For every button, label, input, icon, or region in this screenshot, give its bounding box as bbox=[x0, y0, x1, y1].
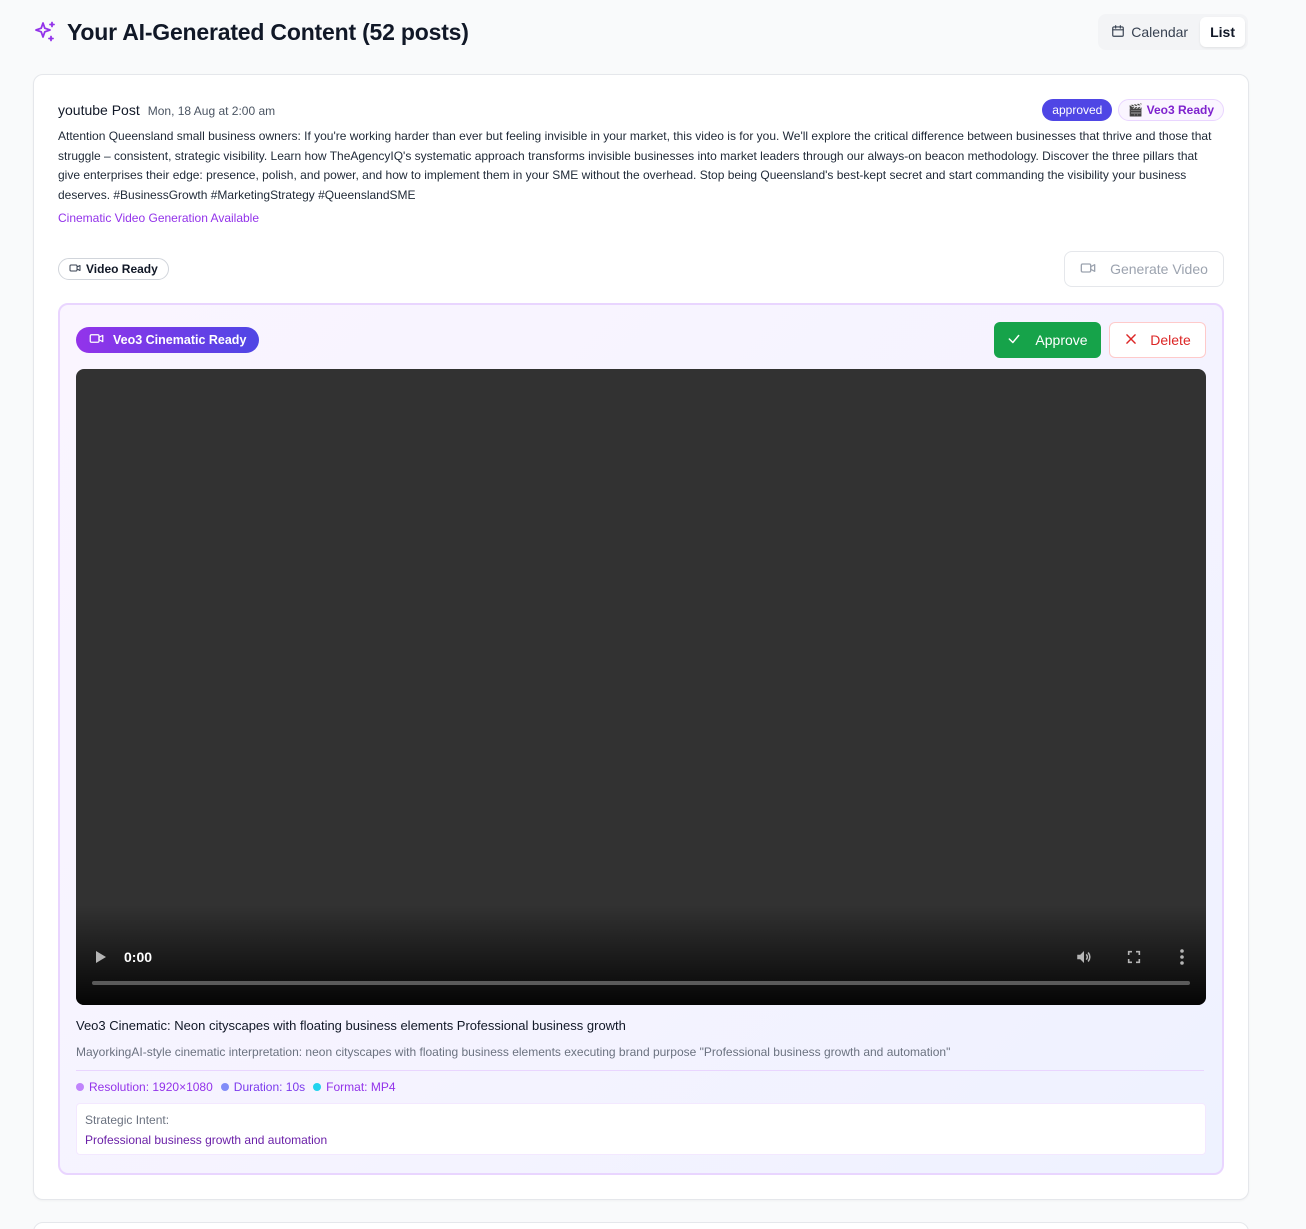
spec-resolution: Resolution: 1920×1080 bbox=[76, 1080, 213, 1094]
spec-format-label: Format: MP4 bbox=[326, 1080, 396, 1094]
video-ready-label: Video Ready bbox=[86, 262, 158, 276]
spec-duration-label: Duration: 10s bbox=[233, 1080, 306, 1094]
veo3-description: MayorkingAI-style cinematic interpretati… bbox=[76, 1045, 951, 1059]
post-badges: approved 🎬 Veo3 Ready bbox=[1042, 99, 1224, 121]
video-camera-icon bbox=[69, 262, 81, 277]
video-progress-bar[interactable] bbox=[92, 981, 1190, 985]
close-icon bbox=[1124, 332, 1138, 349]
cinematic-generation-link[interactable]: Cinematic Video Generation Available bbox=[58, 211, 259, 225]
strategic-intent-value: Professional business growth and automat… bbox=[85, 1133, 328, 1147]
post-body: Attention Queensland small business owne… bbox=[58, 129, 1212, 202]
sparkles-icon bbox=[33, 20, 57, 44]
page-header: Your AI-Generated Content (52 posts) Cal… bbox=[33, 14, 1248, 50]
strategic-intent-box: Strategic Intent: Professional business … bbox=[76, 1103, 1206, 1155]
page-title: Your AI-Generated Content (52 posts) bbox=[67, 18, 469, 45]
veo3-pill-label: Veo3 Cinematic Ready bbox=[113, 333, 247, 347]
approve-button[interactable]: Approve bbox=[994, 322, 1101, 358]
spec-dot bbox=[76, 1083, 84, 1091]
post-header: youtube Post Mon, 18 Aug at 2:00 am appr… bbox=[58, 99, 1224, 121]
play-icon[interactable] bbox=[94, 949, 108, 970]
title-wrap: Your AI-Generated Content (52 posts) bbox=[33, 19, 469, 46]
veo3-title: Veo3 Cinematic: Neon cityscapes with flo… bbox=[76, 1018, 626, 1033]
strategic-intent-label: Strategic Intent: bbox=[85, 1113, 170, 1127]
more-options-icon[interactable] bbox=[1176, 948, 1188, 971]
check-icon bbox=[1007, 332, 1021, 349]
post-date: Mon, 18 Aug at 2:00 am bbox=[147, 104, 276, 118]
fullscreen-icon[interactable] bbox=[1126, 949, 1142, 970]
video-camera-icon bbox=[89, 331, 104, 349]
video-specs: Resolution: 1920×1080 Duration: 10s Form… bbox=[76, 1080, 396, 1094]
video-camera-icon bbox=[1080, 260, 1096, 279]
view-toggle: Calendar List bbox=[1098, 14, 1248, 50]
calendar-icon bbox=[1111, 24, 1125, 41]
divider bbox=[76, 1070, 1204, 1071]
video-ready-pill: Video Ready bbox=[58, 258, 169, 280]
spec-format: Format: MP4 bbox=[313, 1080, 396, 1094]
generate-video-button[interactable]: Generate Video bbox=[1064, 251, 1224, 287]
volume-icon[interactable] bbox=[1075, 948, 1093, 971]
video-player[interactable]: 0:00 bbox=[76, 369, 1206, 1005]
video-time: 0:00 bbox=[124, 949, 153, 965]
post-meta: youtube Post Mon, 18 Aug at 2:00 am bbox=[58, 102, 275, 118]
post-platform: youtube Post bbox=[58, 102, 140, 118]
calendar-view-label: Calendar bbox=[1131, 24, 1189, 40]
delete-button[interactable]: Delete bbox=[1109, 322, 1206, 358]
next-post-card bbox=[33, 1222, 1249, 1229]
spec-dot bbox=[220, 1083, 229, 1091]
generate-video-label: Generate Video bbox=[1110, 261, 1208, 277]
approve-label: Approve bbox=[1035, 332, 1088, 348]
list-view-button[interactable]: List bbox=[1200, 17, 1245, 47]
status-badge: approved bbox=[1042, 99, 1113, 121]
spec-duration: Duration: 10s bbox=[220, 1080, 306, 1094]
spec-dot bbox=[313, 1083, 322, 1091]
veo3-ready-badge: 🎬 Veo3 Ready bbox=[1118, 99, 1224, 121]
list-view-label: List bbox=[1210, 24, 1235, 40]
veo3-panel: Veo3 Cinematic Ready Approve Delete 0:00 bbox=[58, 303, 1224, 1175]
spec-resolution-label: Resolution: 1920×1080 bbox=[89, 1080, 213, 1094]
veo3-cinematic-pill: Veo3 Cinematic Ready bbox=[76, 327, 260, 353]
calendar-view-button[interactable]: Calendar bbox=[1101, 17, 1198, 47]
post-card: youtube Post Mon, 18 Aug at 2:00 am appr… bbox=[33, 74, 1249, 1200]
delete-label: Delete bbox=[1150, 332, 1191, 348]
video-controls-shade bbox=[76, 905, 1206, 1005]
